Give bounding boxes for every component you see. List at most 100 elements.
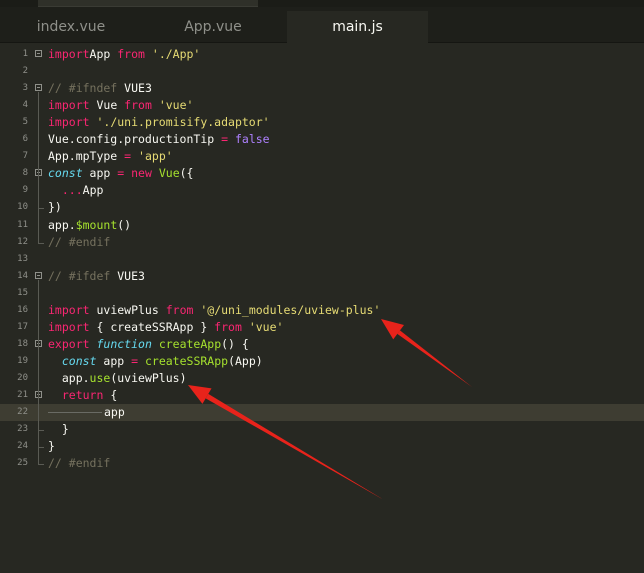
code-token: }) [48,200,62,215]
code-token: app [82,166,118,181]
code-line[interactable]: 19 const app = createSSRApp(App) [0,353,644,370]
code-line[interactable]: 20 app.use(uviewPlus) [0,370,644,387]
code-line[interactable]: 21 return { [0,387,644,404]
code-line[interactable]: 4 import Vue from 'vue' [0,97,644,114]
code-text: return { [48,387,117,404]
fold-toggle-icon[interactable] [35,50,42,57]
indent-guide [48,412,102,414]
line-number: 16 [17,304,28,315]
code-token: 'vue' [248,319,284,334]
code-line[interactable]: 18 export function createApp() { [0,336,644,353]
code-token: from [165,302,194,317]
window-top-strip [0,0,644,7]
line-number: 15 [17,287,28,298]
tab-app-vue[interactable]: App.vue [142,11,284,42]
code-line[interactable]: 14 // #ifdef VUE3 [0,268,644,285]
code-line[interactable]: 10}) [0,199,644,216]
code-token: '@/uni_modules/uview-plus' [200,302,381,317]
line-number: 18 [17,338,28,349]
code-token: 'vue' [158,98,194,113]
code-token: Vue [89,98,125,113]
code-line[interactable]: 8 const app = new Vue({ [0,165,644,182]
code-line[interactable]: 23 } [0,421,644,438]
code-line[interactable]: 7 App.mpType = 'app' [0,148,644,165]
line-number: 5 [22,117,28,128]
code-token: return [61,388,104,402]
code-line[interactable]: 22 app [0,404,644,422]
line-number: 22 [17,407,28,418]
code-token: = [131,353,139,368]
code-token: // #endif [48,456,111,471]
code-token: // #ifndef [48,81,125,96]
line-number: 10 [17,202,28,213]
code-line[interactable]: 1 importApp from './App' [0,46,644,63]
line-number: 8 [22,168,28,179]
code-line[interactable]: 6 Vue.config.productionTip = false [0,131,644,148]
code-token: App.mpType [48,149,125,164]
code-token: () [117,217,132,232]
code-line[interactable]: 25 // #endif [0,455,644,472]
code-line[interactable]: 24} [0,438,644,455]
fold-guide-end [38,447,44,449]
line-number: 19 [17,355,28,366]
code-line[interactable]: 5 import './uni.promisify.adaptor' [0,114,644,131]
code-token: './App' [151,47,201,61]
fold-toggle-icon[interactable] [35,84,42,92]
code-line[interactable]: 11 app.$mount() [0,217,644,234]
code-token: () { [221,336,249,351]
line-number: 21 [17,390,28,400]
code-text: import './uni.promisify.adaptor' [48,114,270,131]
code-token: ({ [179,166,194,181]
code-line[interactable]: 9 ...App [0,182,644,199]
code-text: // #ifndef VUE3 [48,80,152,97]
line-number: 7 [22,151,28,162]
code-token: from [117,47,145,61]
code-token: 'app' [138,149,173,164]
code-text: } [48,438,55,455]
code-line[interactable]: 2 [0,63,644,80]
code-editor[interactable]: 1 importApp from './App' 2 3// #ifndef VUE3… [0,43,644,573]
tab-index-vue[interactable]: index.vue [0,11,142,42]
code-token: App [89,47,118,61]
code-token: createSSRApp [144,353,229,368]
code-token: { createSSRApp } [89,319,215,334]
line-number: 11 [17,219,28,230]
code-token: uviewPlus [89,302,166,317]
tab-main-js[interactable]: main.js [287,11,428,43]
code-line[interactable]: 16 import uviewPlus from '@/uni_modules/u… [0,302,644,319]
code-token: import [48,319,90,334]
code-text: App.mpType = 'app' [48,148,173,165]
fold-guide-end [38,464,44,466]
code-token: new [131,166,152,181]
fold-guide-end [38,430,44,432]
code-line[interactable]: 12 // #endif [0,234,644,251]
code-line[interactable]: 13 [0,251,644,268]
code-line[interactable]: 3 // #ifndef VUE3 [0,80,644,97]
code-token: } [48,439,55,454]
code-line[interactable]: 15 [0,285,644,302]
code-text: export function createApp() { [48,336,249,353]
code-line[interactable]: 17 import { createSSRApp } from 'vue' [0,319,644,336]
code-token: = [221,132,229,147]
code-token: const [61,353,97,368]
code-text: importApp from './App' [48,46,200,63]
line-number: 12 [17,236,28,247]
line-number: 13 [17,253,28,264]
fold-guide [38,177,39,209]
line-number: 20 [17,372,28,383]
line-number: 25 [17,458,28,469]
code-token: ... [61,183,83,198]
code-token: Vue [158,166,180,181]
fold-toggle-icon[interactable] [35,271,42,279]
fold-guide [38,347,39,448]
code-text: Vue.config.productionTip = false [48,131,270,148]
line-number: 4 [22,100,28,111]
code-token: $mount [75,217,118,232]
